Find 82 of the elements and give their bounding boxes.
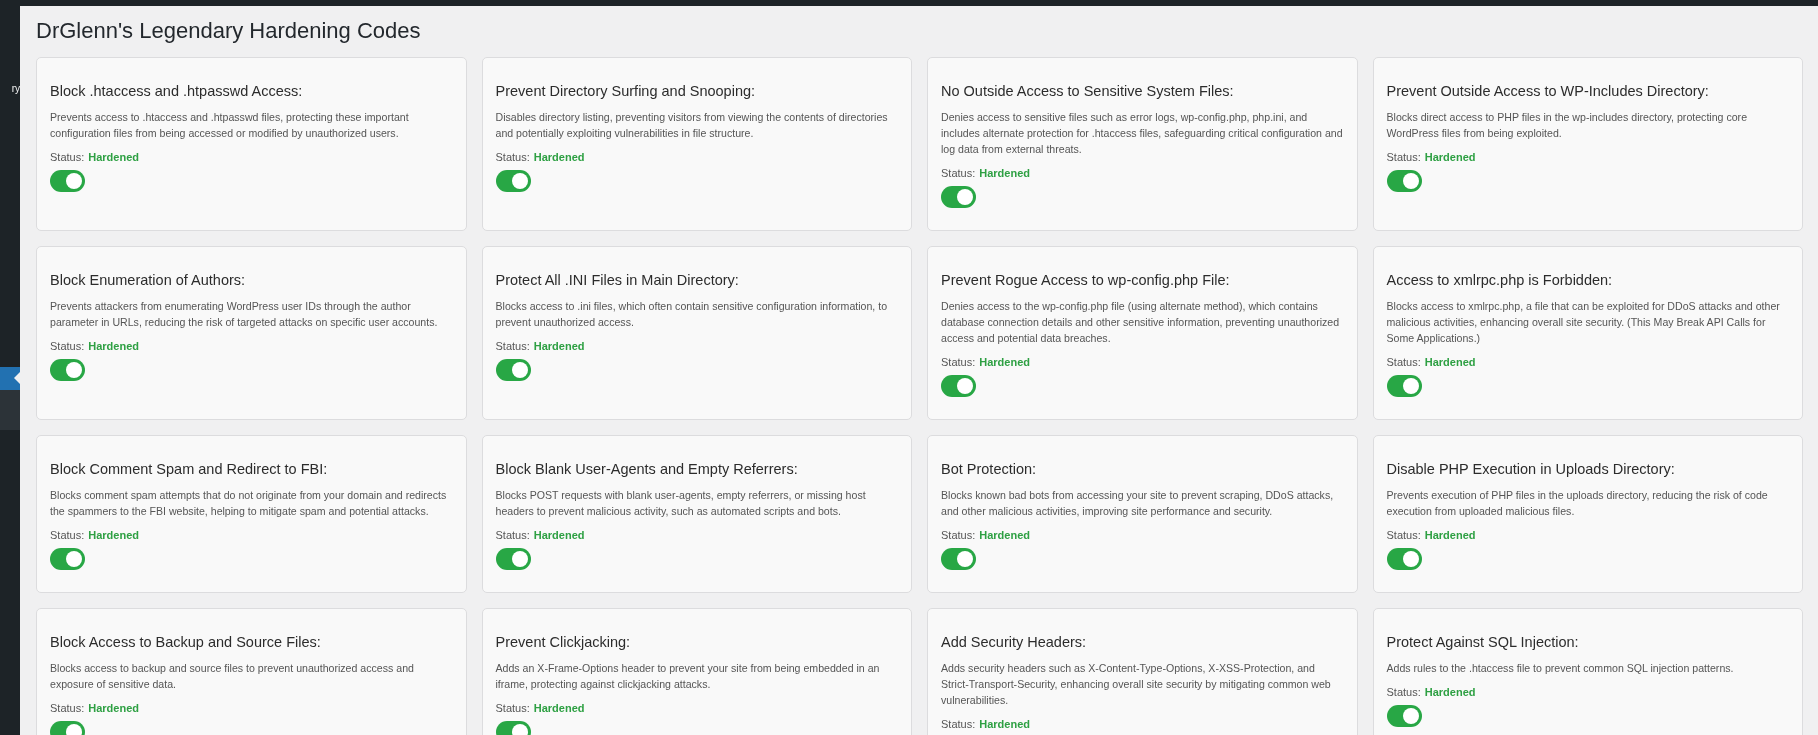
status-label: Status: (50, 150, 85, 164)
status-label: Status: (495, 339, 530, 353)
card-title: Prevent Directory Surfing and Snooping: (495, 82, 757, 100)
toggle-switch[interactable] (495, 359, 531, 381)
status-value: Hardened (1424, 150, 1476, 164)
card-title: Block Access to Backup and Source Files: (50, 633, 322, 651)
status-label: Status: (495, 701, 530, 715)
page-title: DrGlenn's Legendary Hardening Codes (36, 17, 422, 45)
card-title: Prevent Outside Access to WP-Includes Directory: (1386, 82, 1710, 100)
card-title: Block Comment Spam and Redirect to FBI: (50, 460, 329, 478)
status-value: Hardened (979, 717, 1030, 731)
card-title: Add Security Headers: (941, 633, 1088, 651)
card-description: Disables directory listing, preventing visitors from viewing the contents of directories and potentially exploiting vulnerabilities in file structure. (495, 110, 889, 141)
card-title: Block Enumeration of Authors: (50, 271, 247, 289)
status-label: Status: (1386, 150, 1421, 164)
status-label: Status: (1386, 355, 1421, 369)
status-value: Hardened (533, 150, 585, 164)
toggle-switch[interactable] (1386, 375, 1422, 397)
status-label: Status: (941, 166, 976, 180)
card-description: Prevents access to .htaccess and .htpasswd files, protecting these important configuration files from being accessed or modified by unauthorized users. (50, 110, 410, 141)
current-menu-item[interactable] (0, 367, 20, 390)
card-description: Adds an X-Frame-Options header to prevent your site from being embedded in an iframe, protecting against clickjacking attacks. (495, 661, 881, 692)
status-value: Hardened (88, 150, 139, 164)
sidebar-item[interactable]: ry (0, 82, 20, 96)
card-title: Protect All .INI Files in Main Directory: (495, 271, 740, 289)
card-description: Blocks access to xmlrpc.php, a file that can be exploited for DDoS attacks and other malicious activities, enhancing overall site security. (This May Break API Calls for Some Applications.) (1386, 299, 1781, 346)
status-label: Status: (1386, 685, 1421, 699)
card-title: Protect Against SQL Injection: (1386, 633, 1580, 651)
card-description: Blocks access to backup and source files to prevent unauthorized access and exposure of sensitive data. (50, 661, 415, 692)
card-description: Blocks direct access to PHP files in the wp-includes directory, protecting core WordPress files from being exploited. (1386, 110, 1749, 141)
status-label: Status: (941, 528, 976, 542)
card-description: Denies access to the wp-config.php file (using alternate method), which contains database connection details and other sensitive information, preventing unauthorized access and potential data breaches. (941, 299, 1341, 346)
card-title: Block .htaccess and .htpasswd Access: (50, 82, 304, 100)
card-title: Prevent Rogue Access to wp-config.php File: (941, 271, 1231, 289)
status-value: Hardened (88, 339, 139, 353)
toggle-switch[interactable] (941, 186, 976, 208)
card-description: Adds security headers such as X-Content-Type-Options, X-XSS-Protection, and Strict-Transport-Security, enhancing overall site security by mitigating common web vulnerabilities. (941, 661, 1332, 708)
status-value: Hardened (979, 166, 1030, 180)
toggle-switch[interactable] (1386, 548, 1422, 570)
toggle-switch[interactable] (50, 548, 85, 570)
toggle-switch[interactable] (495, 548, 531, 570)
toggle-switch[interactable] (495, 170, 531, 192)
card-description: Prevents execution of PHP files in the uploads directory, reducing the risk of code execution from uploaded malicious files. (1386, 488, 1769, 519)
card-description: Blocks access to .ini files, which often contain sensitive configuration information, to prevent unauthorized access. (495, 299, 889, 330)
status-value: Hardened (533, 528, 585, 542)
toggle-switch[interactable] (941, 375, 976, 397)
card-title: Disable PHP Execution in Uploads Directory: (1386, 460, 1676, 478)
status-label: Status: (495, 528, 530, 542)
card-title: No Outside Access to Sensitive System Files: (941, 82, 1235, 100)
toggle-switch[interactable] (941, 548, 976, 570)
toggle-switch[interactable] (50, 359, 85, 381)
status-value: Hardened (88, 701, 139, 715)
status-value: Hardened (979, 528, 1030, 542)
status-label: Status: (50, 701, 85, 715)
card-description: Denies access to sensitive files such as error logs, wp-config.php, php.ini, and includes alternate protection for .htaccess files, safeguarding critical configuration and log data from external threats. (941, 110, 1344, 157)
submenu-panel (0, 390, 20, 430)
status-label: Status: (941, 717, 976, 731)
card-description: Blocks comment spam attempts that do not originate from your domain and redirects the spammers to the FBI website, helping to mitigate spam and potential attacks. (50, 488, 448, 519)
card-description: Prevents attackers from enumerating WordPress user IDs through the author parameter in URLs, reducing the risk of targeted attacks on specific user accounts. (50, 299, 439, 330)
status-value: Hardened (533, 339, 585, 353)
card-title: Prevent Clickjacking: (495, 633, 632, 651)
card-description: Blocks POST requests with blank user-agents, empty referrers, or missing host headers to prevent malicious activity, such as automated scripts and bots. (495, 488, 867, 519)
status-value: Hardened (1424, 355, 1476, 369)
status-label: Status: (50, 339, 85, 353)
status-value: Hardened (1424, 528, 1476, 542)
status-value: Hardened (979, 355, 1030, 369)
toggle-switch[interactable] (50, 170, 85, 192)
toggle-switch[interactable] (1386, 170, 1422, 192)
notch-icon (14, 372, 20, 384)
toggle-switch[interactable] (1386, 705, 1422, 727)
card-title: Access to xmlrpc.php is Forbidden: (1386, 271, 1614, 289)
status-label: Status: (495, 150, 530, 164)
status-label: Status: (941, 355, 976, 369)
status-value: Hardened (1424, 685, 1476, 699)
card-description: Blocks known bad bots from accessing your site to prevent scraping, DDoS attacks, and other malicious activities, improving site performance and security. (941, 488, 1335, 519)
card-title: Bot Protection: (941, 460, 1038, 478)
card-description: Adds rules to the .htaccess file to prevent common SQL injection patterns. (1386, 661, 1735, 676)
status-label: Status: (1386, 528, 1421, 542)
status-value: Hardened (533, 701, 585, 715)
status-value: Hardened (88, 528, 139, 542)
card-title: Block Blank User-Agents and Empty Referrers: (495, 460, 799, 478)
status-label: Status: (50, 528, 85, 542)
